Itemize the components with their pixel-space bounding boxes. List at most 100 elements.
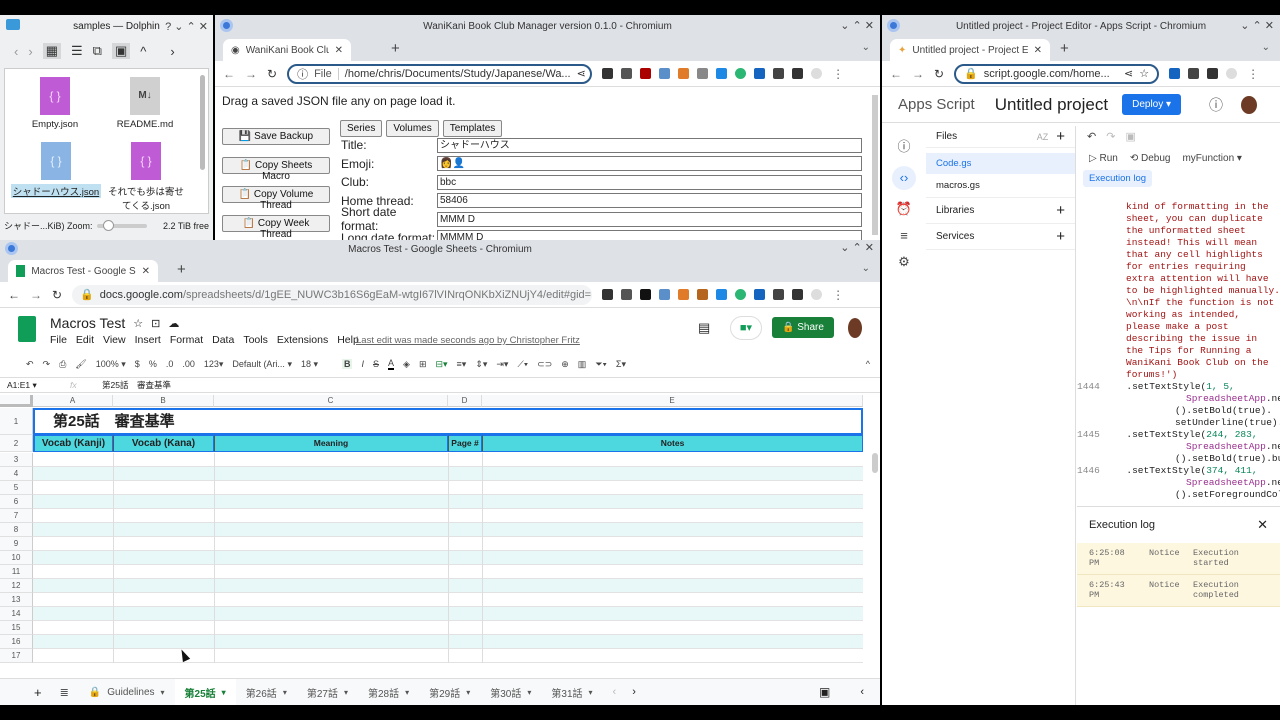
doc-title[interactable]: Macros Test [50, 315, 125, 331]
format-select[interactable]: 123▾ [204, 359, 224, 370]
menu-icon[interactable]: ⋮ [1247, 67, 1259, 81]
reload-icon[interactable]: ↻ [267, 67, 277, 81]
close-tab-icon[interactable]: ✕ [335, 45, 343, 56]
menu-view[interactable]: View [103, 334, 126, 346]
menu-extensions[interactable]: Extensions [277, 334, 328, 346]
file-code-gs[interactable]: Code.gs [926, 153, 1075, 174]
font-select[interactable]: Default (Ari... ▾ [232, 359, 292, 370]
address-bar[interactable]: 🔒 docs.google.com/spreadsheets/d/1gEE_NUW… [72, 284, 593, 305]
sheet-tab[interactable]: 第31話 ▾ [541, 679, 602, 705]
browser-tab[interactable]: ◉WaniKani Book Club Manage✕ [223, 39, 351, 61]
page-scrollbar[interactable] [872, 95, 878, 235]
help-icon[interactable]: ⓘ [1209, 95, 1223, 115]
preview-icon[interactable]: ▣ [111, 43, 131, 59]
row-header[interactable]: 17 [0, 649, 33, 663]
back-icon[interactable]: ← [890, 67, 902, 81]
table-row[interactable] [33, 453, 863, 467]
save-backup-button[interactable]: 💾 Save Backup [222, 128, 330, 145]
borders-icon[interactable]: ⊞ [419, 359, 427, 370]
back-icon[interactable]: ‹ [14, 44, 18, 59]
table-row[interactable] [33, 649, 863, 663]
row-header[interactable]: 2 [0, 435, 33, 452]
collapse-icon[interactable]: ^ [866, 359, 870, 369]
tab-search-icon[interactable]: ⌄ [862, 42, 870, 53]
reload-icon[interactable]: ↻ [934, 67, 944, 81]
sheet-tab[interactable]: 第26話 ▾ [236, 679, 297, 705]
file-item[interactable]: { } Empty.json [15, 77, 95, 130]
redo-icon[interactable]: ↷ [1106, 130, 1115, 143]
share-button[interactable]: 🔒 Share [772, 317, 834, 338]
back-icon[interactable]: ← [223, 67, 235, 81]
tab-menu-icon[interactable]: ▾ [161, 688, 165, 697]
emoji-input[interactable]: 👩👤 [437, 156, 862, 172]
explore-icon[interactable]: ▣ [819, 685, 830, 699]
sheet-tab[interactable]: 第30話 ▾ [480, 679, 541, 705]
italic-icon[interactable]: I [361, 359, 364, 369]
title-input[interactable]: シャドーハウス [437, 137, 862, 153]
currency-button[interactable]: $ [135, 359, 140, 369]
percent-button[interactable]: % [149, 359, 157, 369]
grid-scrollbar[interactable] [872, 453, 878, 473]
meet-button[interactable]: ■▾ [730, 316, 762, 340]
row-header[interactable]: 14 [0, 607, 33, 621]
row-header[interactable]: 16 [0, 635, 33, 649]
column-header-B[interactable]: B [113, 395, 214, 407]
overview-icon[interactable]: ⓘ [897, 136, 910, 155]
tab-search-icon[interactable]: ⌄ [862, 263, 870, 274]
tab-menu-icon[interactable]: ▾ [222, 688, 226, 697]
address-bar[interactable]: 🔒 script.google.com/home... ⋖ ☆ [954, 63, 1160, 84]
window-controls[interactable]: ⌄ ⌃ ✕ [840, 241, 874, 254]
table-row[interactable] [33, 481, 863, 495]
formula-input[interactable]: 第25話 審査基準 [102, 379, 171, 391]
menu-data[interactable]: Data [212, 334, 234, 346]
row-header[interactable]: 13 [0, 593, 33, 607]
increase-decimal-button[interactable]: .00 [182, 359, 195, 369]
redo-icon[interactable]: ↷ [43, 359, 51, 370]
header-cell[interactable]: Vocab (Kana) [113, 435, 214, 452]
function-select[interactable]: myFunction ▾ [1182, 153, 1242, 164]
table-row[interactable] [33, 537, 863, 551]
last-edit-link[interactable]: Last edit was made seconds ago by Christ… [356, 335, 580, 346]
title-cell[interactable]: 第25話 審査基準 [33, 408, 863, 435]
file-item-selected[interactable]: { } シャドーハウス.json [11, 142, 101, 198]
window-controls[interactable]: ? ⌄ ⌃ ✕ [165, 20, 208, 33]
deploy-button[interactable]: Deploy ▾ [1122, 94, 1182, 115]
extension-icons[interactable] [602, 68, 823, 79]
window-controls[interactable]: ⌄ ⌃ ✕ [840, 19, 874, 32]
copy-week-thread-button[interactable]: 📋 Copy Week Thread [222, 215, 330, 240]
chart-icon[interactable]: ▥ [578, 359, 587, 370]
long-date-input[interactable]: MMMM D [437, 230, 862, 240]
header-cell[interactable]: Meaning [214, 435, 448, 452]
table-row[interactable] [33, 621, 863, 635]
filter-icon[interactable]: ⏷▾ [595, 359, 607, 370]
menu-file[interactable]: File [50, 334, 67, 346]
file-item[interactable]: { } それでも歩は寄せてくる.json [105, 142, 187, 212]
star-icon[interactable]: ☆ [133, 317, 143, 330]
table-row[interactable] [33, 551, 863, 565]
up-icon[interactable]: ^ [140, 44, 146, 59]
name-box[interactable]: A1:E1 ▾ [0, 380, 70, 391]
row-header[interactable]: 5 [0, 481, 33, 495]
scrollbar[interactable] [200, 75, 205, 170]
reload-icon[interactable]: ↻ [52, 288, 62, 302]
rotate-icon[interactable]: ⟋▾ [517, 359, 528, 370]
new-tab-button[interactable]: + [177, 261, 186, 278]
avatar[interactable] [848, 318, 862, 338]
sheet-tab[interactable]: 🔒 Guidelines ▾ [79, 679, 175, 705]
browser-tab[interactable]: ✦ Untitled project - Project Edit ✕ [890, 39, 1050, 61]
menu-edit[interactable]: Edit [76, 334, 94, 346]
tab-search-icon[interactable]: ⌄ [1262, 42, 1270, 53]
add-file-icon[interactable]: + [1056, 128, 1065, 145]
menu-format[interactable]: Format [170, 334, 203, 346]
text-color-icon[interactable]: A [388, 358, 395, 370]
wrap-icon[interactable]: ⇥▾ [496, 359, 508, 370]
close-tab-icon[interactable]: ✕ [1034, 45, 1042, 56]
sheet-tab[interactable]: 第29話 ▾ [419, 679, 480, 705]
move-icon[interactable]: ⊡ [151, 317, 160, 330]
column-header-D[interactable]: D [448, 395, 482, 407]
table-row[interactable] [33, 593, 863, 607]
decrease-decimal-button[interactable]: .0 [166, 359, 174, 369]
spreadsheet-grid[interactable]: A B C D E 1 2 第25話 審査基準 Vocab (Kanji) Vocab (Kana… [0, 395, 880, 673]
menu-tools[interactable]: Tools [243, 334, 268, 346]
row-header[interactable]: 11 [0, 565, 33, 579]
